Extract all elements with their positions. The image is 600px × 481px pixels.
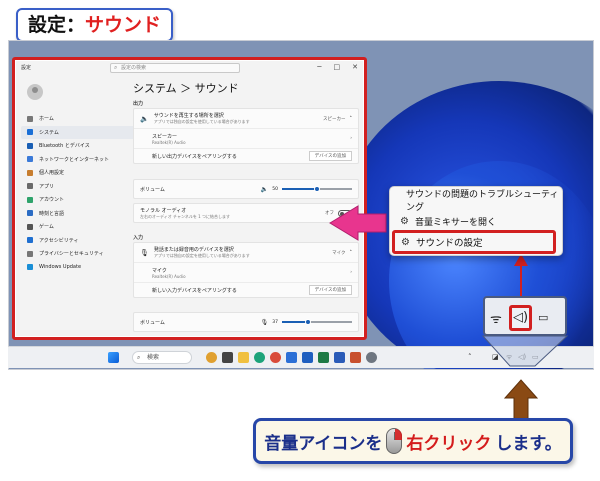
brown-arrow [503, 379, 539, 421]
wifi-icon: ᯤ [490, 312, 502, 327]
menu-item-troubleshoot[interactable]: サウンドの問題のトラブルシューティング [390, 190, 564, 213]
gear-icon: ⚙ [401, 236, 410, 248]
pink-arrow [329, 205, 387, 241]
instruction-callout: 音量アイコンを 右クリック します。 [253, 418, 573, 464]
gear-icon: ⚙ [400, 215, 409, 227]
volume-icon-highlight[interactable]: ◁) [509, 305, 532, 331]
menu-item-sound-settings[interactable]: ⚙ サウンドの設定 [392, 230, 556, 254]
battery-icon: ▭ [538, 311, 549, 324]
menu-item-volume-mixer[interactable]: ⚙ 音量ミキサーを開く [390, 212, 564, 230]
mouse-right-click-icon [386, 428, 403, 454]
